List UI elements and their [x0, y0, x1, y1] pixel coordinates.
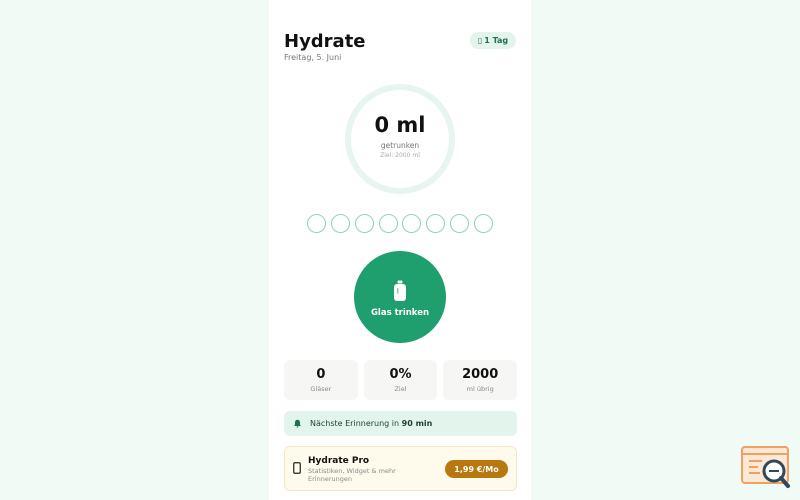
- glass-indicator: [426, 214, 446, 233]
- glass-indicator: [378, 214, 398, 233]
- stat-remaining: 2000 ml übrig: [443, 360, 518, 400]
- glass-tracker: [307, 214, 493, 233]
- glass-indicator: [307, 214, 326, 233]
- date-label: Freitag, 5. Juni: [284, 53, 342, 62]
- glass-indicator: [354, 214, 374, 233]
- pro-description: Statistiken, Widget & mehr Erinnerungen: [308, 467, 396, 483]
- stat-value: 0%: [389, 367, 412, 382]
- glass-indicator: [450, 214, 470, 233]
- stats-row: 0 Gläser 0% Ziel 2000 ml übrig: [284, 360, 518, 400]
- flame-icon: ▯: [477, 36, 483, 45]
- app-screen: Hydrate Freitag, 5. Juni ▯ 1 Tag 0 ml ge…: [269, 0, 531, 500]
- app-title: Hydrate: [284, 31, 366, 52]
- reminder-banner: Nächste Erinnerung in 90 min: [284, 411, 517, 436]
- glass-indicator: [402, 214, 422, 233]
- drink-glass-button[interactable]: Glas trinken: [354, 251, 446, 343]
- glass-indicator: [473, 214, 493, 233]
- streak-badge: ▯ 1 Tag: [470, 32, 516, 49]
- phone-icon: [293, 462, 301, 474]
- glass-indicator: [330, 214, 350, 233]
- progress-text: 0 ml getrunken Ziel: 2000 ml: [343, 82, 457, 196]
- goal-label: Ziel: 2000 ml: [380, 152, 420, 159]
- stat-label: Gläser: [310, 385, 332, 393]
- stat-value: 0: [316, 367, 326, 382]
- drink-glass-label: Glas trinken: [370, 308, 430, 318]
- pro-title: Hydrate Pro: [308, 456, 370, 466]
- stat-value: 2000: [462, 367, 499, 382]
- bell-icon: [293, 419, 302, 428]
- pro-upsell-card[interactable]: Hydrate Pro Statistiken, Widget & mehr E…: [284, 446, 517, 491]
- streak-label: 1 Tag: [484, 36, 509, 45]
- search-logo-icon: [741, 446, 790, 488]
- reminder-time: 90 min: [401, 419, 433, 428]
- drunk-label: getrunken: [380, 141, 420, 150]
- pro-price-button[interactable]: 1,99 €/Mo: [445, 460, 508, 478]
- stat-label: Ziel: [394, 385, 407, 393]
- stat-goal: 0% Ziel: [363, 360, 438, 400]
- reminder-text: Nächste Erinnerung in: [310, 419, 400, 428]
- stat-glasses: 0 Gläser: [284, 360, 358, 400]
- bottle-icon: [394, 280, 406, 301]
- stat-label: ml übrig: [466, 385, 494, 393]
- drunk-amount: 0 ml: [374, 113, 426, 137]
